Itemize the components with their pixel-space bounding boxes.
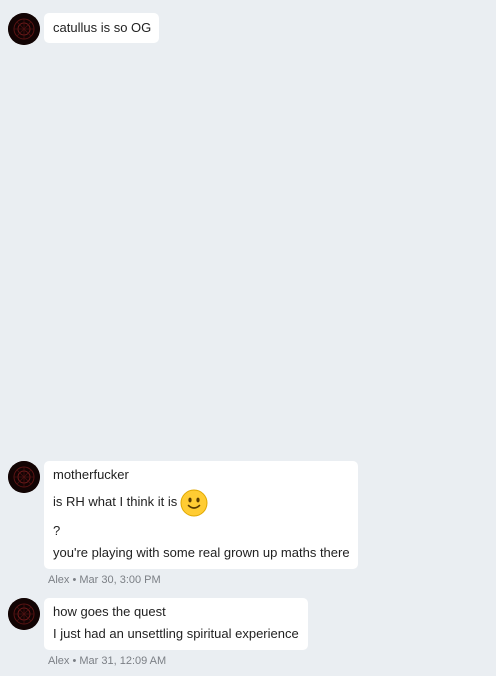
message-text: I just had an unsettling spiritual exper… bbox=[53, 626, 299, 641]
message-meta: Alex • Mar 30, 3:00 PM bbox=[48, 574, 161, 586]
avatar[interactable] bbox=[8, 13, 40, 45]
message-text: motherfucker bbox=[53, 467, 129, 482]
avatar-image bbox=[8, 598, 40, 630]
message-bubble: motherfucker is RH what I think it is ? … bbox=[44, 461, 358, 569]
message-text: catullus is so OG bbox=[53, 20, 152, 35]
message-meta: Alex • Mar 31, 12:09 AM bbox=[48, 655, 167, 667]
message-bubble: how goes the quest I just had an unsettl… bbox=[44, 598, 308, 650]
avatar[interactable] bbox=[8, 598, 40, 630]
avatar-image bbox=[8, 461, 40, 493]
slightly-smiling-face-icon bbox=[180, 489, 208, 517]
message-bubble: catullus is so OG bbox=[44, 13, 159, 43]
message-text: is RH what I think it is bbox=[53, 494, 178, 509]
message-text: ? bbox=[53, 523, 61, 538]
avatar[interactable] bbox=[8, 461, 40, 493]
message-text: how goes the quest bbox=[53, 604, 166, 619]
message-text: you're playing with some real grown up m… bbox=[53, 545, 350, 560]
avatar-image bbox=[8, 13, 40, 45]
